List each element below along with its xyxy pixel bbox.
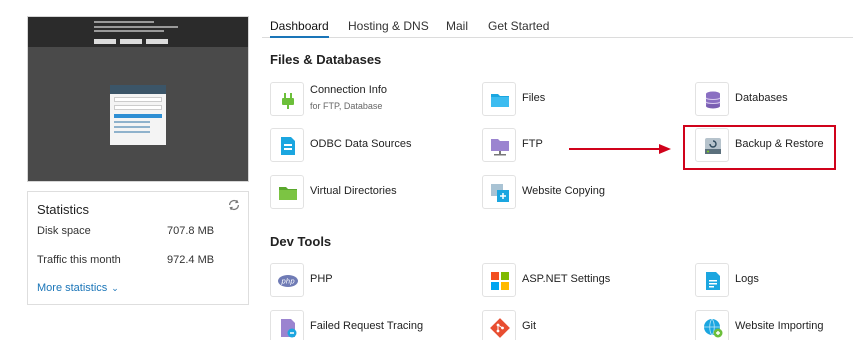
- tile-label: Files: [522, 92, 546, 104]
- stat-value-disk-space: 707.8 MB: [167, 225, 215, 237]
- main-tabs: Dashboard Hosting & DNS Mail Get Started: [262, 16, 853, 38]
- tile-sublabel: for FTP, Database: [310, 101, 383, 111]
- tile-php[interactable]: php PHP: [270, 263, 470, 299]
- folder-blue-icon: [482, 82, 516, 116]
- tab-mail[interactable]: Mail: [446, 19, 468, 33]
- tile-connection-info[interactable]: Connection Info for FTP, Database: [270, 82, 470, 118]
- section-title-files-databases: Files & Databases: [270, 52, 382, 67]
- statistics-card: Statistics Disk space 707.8 MB Traffic t…: [27, 191, 249, 305]
- preview-login-box: [110, 85, 166, 145]
- tile-label: Website Importing: [735, 320, 824, 332]
- aspnet-icon: [482, 263, 516, 297]
- tile-label: Databases: [735, 92, 788, 104]
- website-import-icon: [695, 310, 729, 340]
- connection-plug-icon: [270, 82, 304, 116]
- tile-label: Failed Request Tracing: [310, 320, 424, 332]
- php-icon: php: [270, 263, 304, 297]
- more-statistics-link[interactable]: More statistics ⌄: [37, 282, 119, 294]
- tab-get-started[interactable]: Get Started: [488, 19, 549, 33]
- svg-text:php: php: [280, 278, 295, 286]
- annotation-highlight-box: [683, 125, 836, 170]
- tile-files[interactable]: Files: [482, 82, 682, 118]
- chevron-down-icon: ⌄: [111, 283, 119, 293]
- tile-odbc-data-sources[interactable]: ODBC Data Sources: [270, 128, 470, 164]
- tab-dashboard[interactable]: Dashboard: [270, 19, 329, 38]
- tile-label: ASP.NET Settings: [522, 273, 611, 285]
- stat-label-disk-space: Disk space: [37, 225, 91, 237]
- database-icon: [695, 82, 729, 116]
- tab-hosting-dns[interactable]: Hosting & DNS: [348, 19, 429, 33]
- tile-label: Virtual Directories: [310, 185, 397, 197]
- stat-value-traffic: 972.4 MB: [167, 254, 215, 266]
- annotation-arrow: [569, 144, 671, 154]
- tile-label: Git: [522, 320, 537, 332]
- folder-green-icon: [270, 175, 304, 209]
- website-preview-thumbnail[interactable]: [27, 16, 249, 182]
- tile-label: ODBC Data Sources: [310, 138, 412, 150]
- tile-label: Logs: [735, 273, 759, 285]
- tile-virtual-directories[interactable]: Virtual Directories: [270, 175, 470, 211]
- ftp-folder-icon: [482, 128, 516, 162]
- tile-website-copying[interactable]: Website Copying: [482, 175, 682, 211]
- tile-logs[interactable]: Logs: [695, 263, 853, 299]
- tile-label: PHP: [310, 273, 333, 285]
- request-tracing-icon: [270, 310, 304, 340]
- tile-label: FTP: [522, 138, 543, 150]
- tile-failed-request-tracing[interactable]: Failed Request Tracing: [270, 310, 470, 340]
- website-copy-icon: [482, 175, 516, 209]
- tile-databases[interactable]: Databases: [695, 82, 853, 118]
- hosting-dashboard: Statistics Disk space 707.8 MB Traffic t…: [0, 0, 853, 340]
- refresh-icon[interactable]: [227, 198, 241, 212]
- logs-icon: [695, 263, 729, 297]
- tile-git[interactable]: Git: [482, 310, 682, 340]
- tile-website-importing[interactable]: Website Importing: [695, 310, 853, 340]
- stat-label-traffic: Traffic this month: [37, 254, 121, 266]
- section-title-dev-tools: Dev Tools: [270, 234, 332, 249]
- more-statistics-label: More statistics: [37, 282, 108, 294]
- git-icon: [482, 310, 516, 340]
- tile-aspnet-settings[interactable]: ASP.NET Settings: [482, 263, 682, 299]
- statistics-title: Statistics: [37, 202, 90, 217]
- odbc-icon: [270, 128, 304, 162]
- tile-label: Connection Info: [310, 84, 388, 96]
- tile-label: Website Copying: [522, 185, 605, 197]
